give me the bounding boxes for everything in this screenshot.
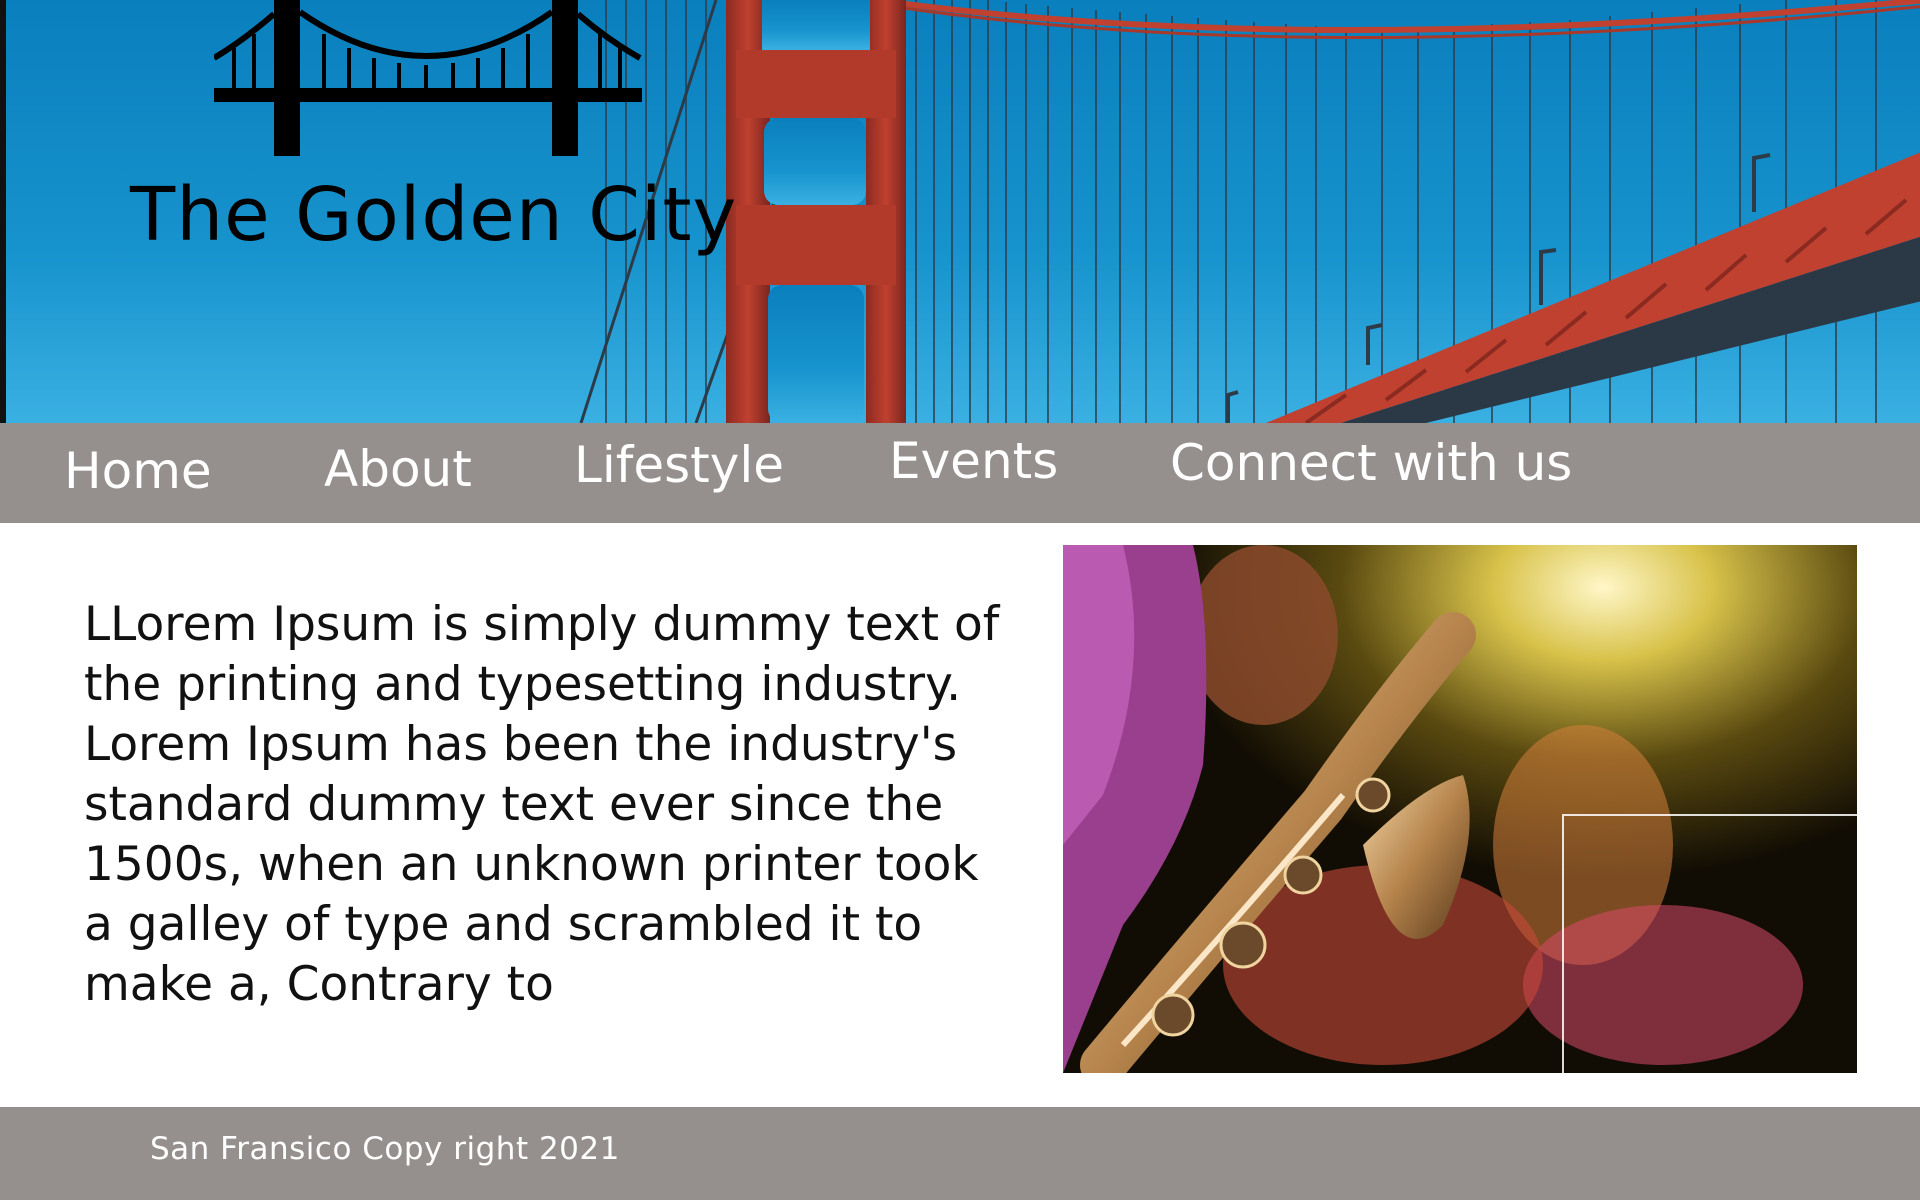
nav-item-about[interactable]: About	[324, 439, 472, 499]
nav-item-lifestyle[interactable]: Lifestyle	[574, 435, 784, 495]
site-title: The Golden City	[130, 172, 738, 258]
saxophone-photo	[1063, 545, 1857, 1073]
nav-item-home[interactable]: Home	[64, 441, 212, 501]
nav-item-connect[interactable]: Connect with us	[1170, 433, 1572, 493]
nav-item-events[interactable]: Events	[889, 431, 1058, 491]
golden-gate-bridge-icon	[214, 0, 642, 156]
copyright-text: San Fransico Copy right 2021	[150, 1131, 620, 1167]
footer: San Fransico Copy right 2021	[0, 1107, 1920, 1200]
main-navigation: Home About Lifestyle Events Connect with…	[0, 423, 1920, 523]
hero-banner: The Golden City	[0, 0, 1920, 423]
intro-paragraph: LLorem Ipsum is simply dummy text of the…	[84, 597, 1000, 1012]
